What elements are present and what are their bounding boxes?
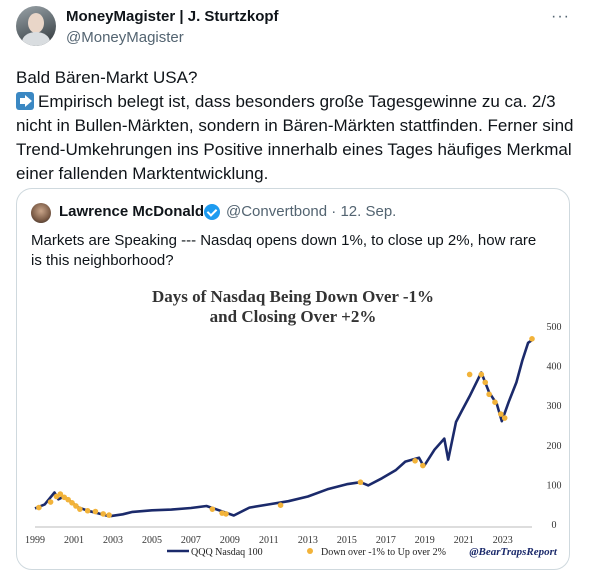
x-tick-label: 2013 [298,535,318,546]
avatar-body [22,32,50,46]
tweet-text: Bald Bären-Markt USA? Empirisch belegt i… [16,66,576,186]
x-tick-label: 2023 [493,535,513,546]
event-point [492,399,498,405]
event-point [412,458,418,464]
quoted-author-handle[interactable]: @Convertbond · 12. Sep. [226,203,396,220]
event-point [84,507,91,514]
x-tick-label: 2011 [259,535,279,546]
y-tick-label: 100 [547,480,562,491]
y-tick-label: 500 [547,322,562,333]
x-tick-label: 2003 [103,535,123,546]
legend-label-events: Down over -1% to Up over 2% [321,547,446,558]
nasdaq-line-chart: 1999 2001 2003 2005 2007 2009 2011 2013 2015 2017… [25,322,562,558]
y-tick-label: 0 [552,520,557,531]
quoted-chart-image[interactable]: Days of Nasdaq Being Down Over -1% and C… [17,279,569,569]
event-point [357,479,364,486]
quoted-author-avatar[interactable] [31,203,51,223]
event-point [501,415,508,421]
x-tick-label: 2015 [337,535,357,546]
y-tick-label: 200 [547,441,562,452]
verified-badge-icon [204,204,220,220]
x-tick-label: 2017 [376,535,396,546]
x-tick-label: 2007 [181,535,201,546]
event-point [277,502,284,508]
tweet-line-1: Bald Bären-Markt USA? [16,68,198,87]
quoted-tweet[interactable]: Lawrence McDonald @Convertbond · 12. Sep… [16,188,570,570]
x-tick-label: 2001 [64,535,84,546]
event-point [478,371,485,378]
author-avatar[interactable] [16,6,56,46]
event-point [482,379,489,386]
event-point [77,506,83,512]
event-point [36,504,42,511]
legend-label-qqq: QQQ Nasdaq 100 [191,547,263,558]
x-tick-label: 1999 [25,535,45,546]
event-point [47,499,54,505]
more-options-icon[interactable]: ··· [551,8,570,26]
series-line-qqq [34,337,535,518]
right-arrow-icon [16,92,34,110]
avatar-face [28,13,44,33]
x-tick-label: 2005 [142,535,162,546]
author-handle[interactable]: @MoneyMagister [66,29,184,46]
quoted-author-name[interactable]: Lawrence McDonald [59,203,204,220]
event-point [466,371,473,378]
tweet-card: MoneyMagister | J. Sturtzkopf @MoneyMagi… [0,0,590,586]
chart-source-label: @BearTrapsReport [469,546,558,558]
y-tick-label: 300 [547,401,562,412]
event-point [106,512,112,518]
event-point [100,511,107,517]
quoted-tweet-text: Markets are Speaking --- Nasdaq opens do… [31,232,537,269]
x-tick-label: 2009 [220,535,240,546]
tweet-line-2: Empirisch belegt ist, dass besonders gro… [16,90,576,186]
tweet-body: Empirisch belegt ist, dass besonders gro… [16,92,574,183]
event-point [209,506,216,512]
y-tick-label: 400 [547,362,562,373]
legend-dot-swatch [307,548,313,554]
event-point [92,508,99,515]
event-point [529,336,535,342]
event-point [420,462,426,469]
author-name[interactable]: MoneyMagister | J. Sturtzkopf [66,8,279,25]
event-point [486,391,492,398]
x-tick-label: 2019 [415,535,435,546]
event-point [223,511,229,517]
x-tick-label: 2021 [454,535,474,546]
